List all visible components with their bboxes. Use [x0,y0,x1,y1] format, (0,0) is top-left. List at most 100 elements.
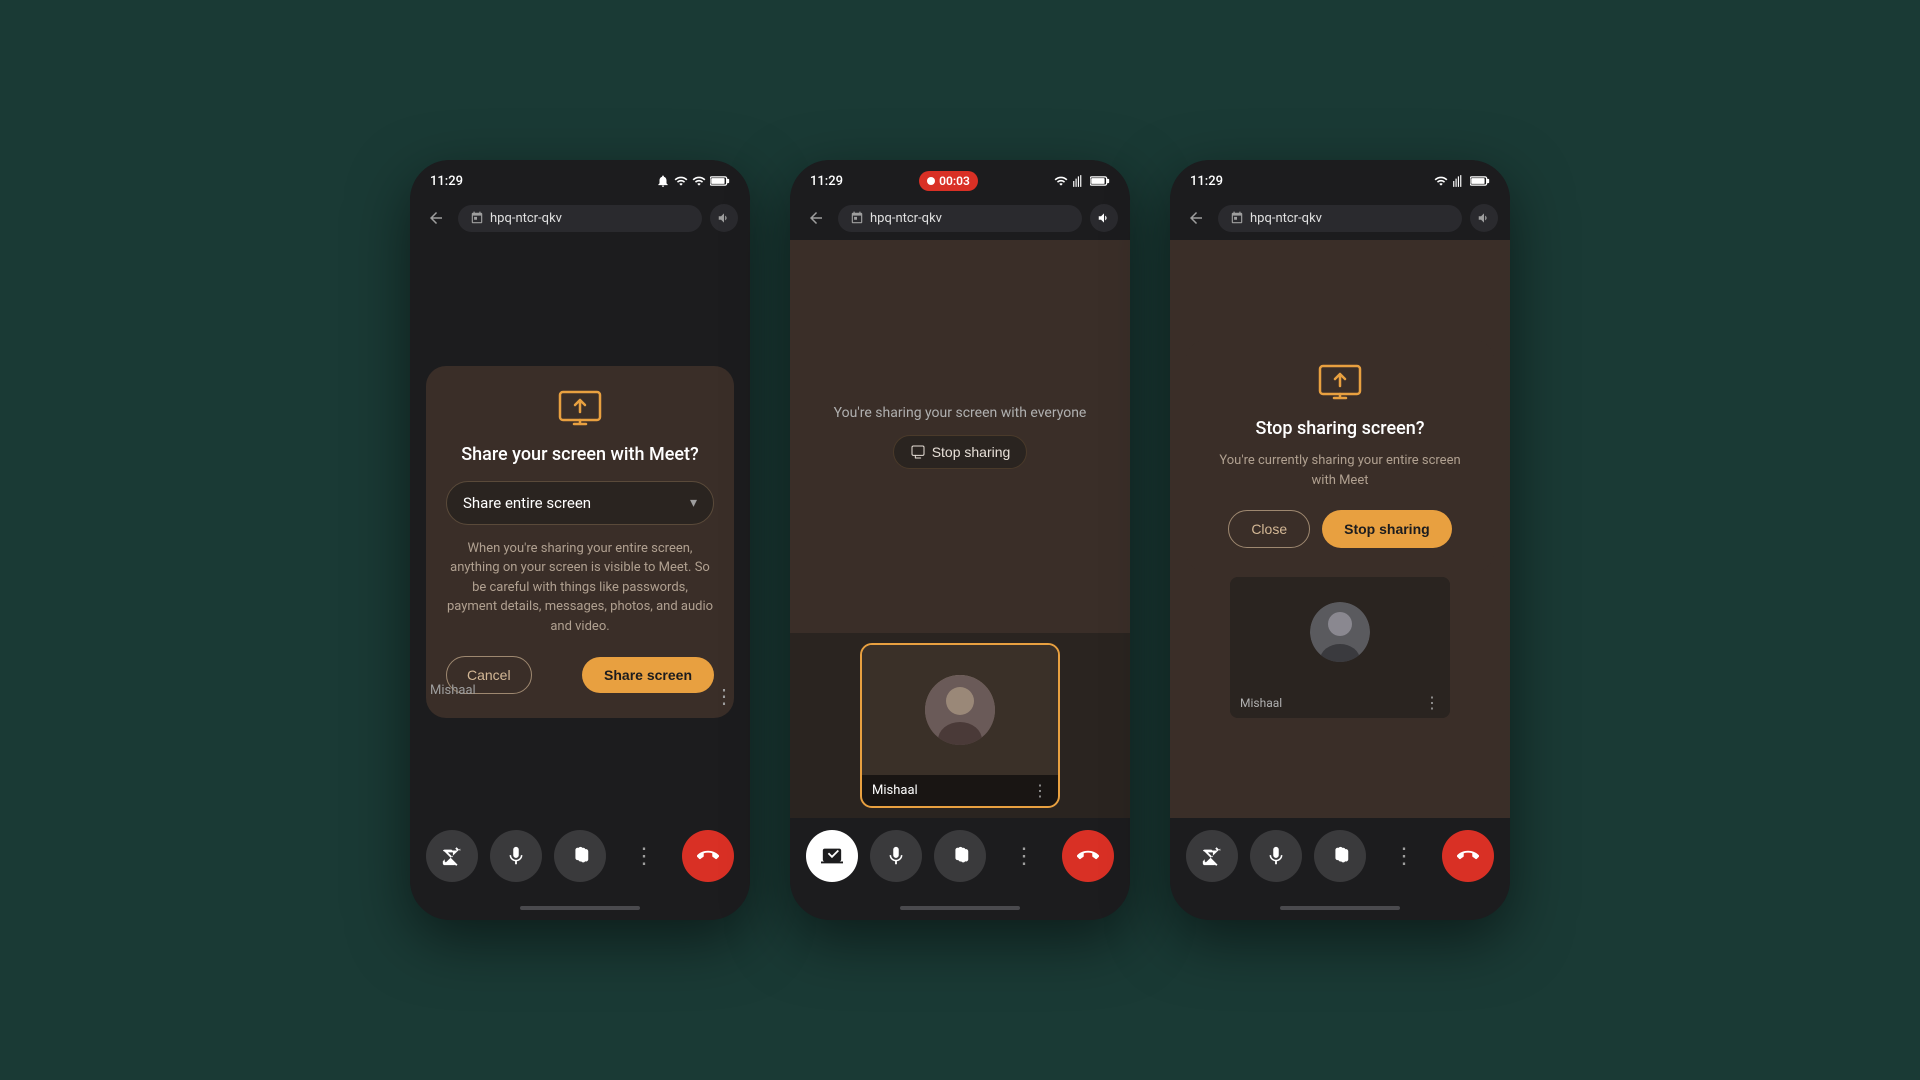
screen-share-icon [558,390,602,426]
stop-sharing-confirm-button[interactable]: Stop sharing [1322,510,1452,548]
sharing-text: You're sharing your screen with everyone [834,405,1087,421]
user-video-3 [1230,577,1450,687]
hand-button-3[interactable] [1314,830,1366,882]
user-video-container-2: Mishaal ⋮ [790,633,1130,818]
avatar-container-2 [925,675,995,745]
avatar-svg-2 [925,675,995,745]
status-icons-2 [1054,174,1110,188]
stop-dialog-desc: You're currently sharing your entire scr… [1206,451,1474,490]
url-bar-2: hpq-ntcr-qkv [838,205,1082,232]
stop-sharing-dialog: Stop sharing screen? You're currently sh… [1186,340,1494,572]
dialog-buttons: Cancel Share screen [446,656,714,694]
url-text-3: hpq-ntcr-qkv [1250,211,1322,226]
signal-icon-3 [1452,174,1466,188]
more-button-1[interactable]: ⋮ [618,830,670,882]
call-toolbar-2: ⋮ [790,818,1130,902]
url-bar-3: hpq-ntcr-qkv [1218,205,1462,232]
stop-dialog-buttons: Close Stop sharing [1206,510,1474,548]
mic-button-2[interactable] [870,830,922,882]
back-button-1[interactable] [422,204,450,232]
hand-button-2[interactable] [934,830,986,882]
phone-1-content: Share your screen with Meet? Share entir… [410,240,750,818]
battery-icon-1 [710,175,730,187]
time-2: 11:29 [810,174,843,189]
more-icon-2[interactable]: ⋮ [1032,781,1048,800]
more-icon-1[interactable]: ⋮ [714,684,734,708]
end-call-button-3[interactable] [1442,830,1494,882]
recording-time: 00:03 [939,174,970,188]
calendar-icon-2 [850,211,864,225]
dropdown-label: Share entire screen [463,494,591,512]
time-3: 11:29 [1190,174,1223,189]
status-bar-2: 11:29 00:03 [790,160,1130,196]
status-icons-1 [656,174,730,188]
battery-icon-2 [1090,175,1110,187]
dialog-icon [446,390,714,430]
user-name-2: Mishaal [872,783,918,798]
signal-icon-1 [692,174,706,188]
end-call-button-2[interactable] [1062,830,1114,882]
screen-share-button-2[interactable] [806,830,858,882]
stop-dialog-icon [1206,364,1474,404]
camera-off-button-1[interactable] [426,830,478,882]
stop-dialog-title: Stop sharing screen? [1206,418,1474,439]
notification-icon [656,174,670,188]
share-screen-button[interactable]: Share screen [582,657,714,693]
home-indicator-3 [1280,906,1400,910]
url-text-1: hpq-ntcr-qkv [490,211,562,226]
user-label-1: Mishaal [430,683,476,698]
user-name-3: Mishaal [1240,696,1282,710]
phone-1: 11:29 hpq-ntcr-qkv [410,160,750,920]
recording-dot [927,177,935,185]
phone-3-content: Stop sharing screen? You're currently sh… [1170,240,1510,818]
address-bar-3: hpq-ntcr-qkv [1170,196,1510,240]
share-dialog: Share your screen with Meet? Share entir… [426,366,734,719]
share-type-dropdown[interactable]: Share entire screen ▾ [446,481,714,525]
user-card-3: Mishaal ⋮ [1230,577,1450,718]
mic-button-1[interactable] [490,830,542,882]
user-video-2 [862,645,1058,775]
stop-sharing-button[interactable]: Stop sharing [893,435,1028,469]
signal-icon-2 [1072,174,1086,188]
wifi-icon-3 [1434,174,1448,188]
mic-button-3[interactable] [1250,830,1302,882]
address-bar-1: hpq-ntcr-qkv [410,196,750,240]
url-text-2: hpq-ntcr-qkv [870,211,942,226]
call-toolbar-3: ⋮ [1170,818,1510,902]
battery-icon-3 [1470,175,1490,187]
back-button-2[interactable] [802,204,830,232]
camera-off-button-3[interactable] [1186,830,1238,882]
end-call-button-1[interactable] [682,830,734,882]
status-icons-3 [1434,174,1490,188]
user-name-bar-2: Mishaal ⋮ [862,775,1058,806]
wifi-icon-1 [674,174,688,188]
user-card-container-3: Mishaal ⋮ [1230,577,1450,718]
stop-sharing-label: Stop sharing [932,444,1011,460]
hand-button-1[interactable] [554,830,606,882]
home-indicator-2 [900,906,1020,910]
more-icon-3[interactable]: ⋮ [1424,693,1440,712]
more-button-2[interactable]: ⋮ [998,830,1050,882]
sharing-area: You're sharing your screen with everyone… [790,240,1130,633]
user-card-2: Mishaal ⋮ [860,643,1060,808]
status-bar-1: 11:29 [410,160,750,196]
phone-2: 11:29 00:03 hpq-ntcr-qkv [790,160,1130,920]
more-button-3[interactable]: ⋮ [1378,830,1430,882]
url-bar-1: hpq-ntcr-qkv [458,205,702,232]
recording-badge: 00:03 [919,171,978,191]
time-1: 11:29 [430,174,463,189]
stop-sharing-icon [910,444,926,460]
status-bar-3: 11:29 [1170,160,1510,196]
phones-container: 11:29 hpq-ntcr-qkv [410,160,1510,920]
sound-button-3[interactable] [1470,204,1498,232]
back-button-3[interactable] [1182,204,1210,232]
screen-share-icon-3 [1318,364,1362,400]
avatar-svg-3 [1310,602,1370,662]
address-bar-2: hpq-ntcr-qkv [790,196,1130,240]
close-button[interactable]: Close [1228,510,1310,548]
calendar-icon-3 [1230,211,1244,225]
sound-button-2[interactable] [1090,204,1118,232]
avatar-3 [1310,602,1370,662]
sound-button-1[interactable] [710,204,738,232]
phone-3: 11:29 hpq-ntcr-qkv [1170,160,1510,920]
